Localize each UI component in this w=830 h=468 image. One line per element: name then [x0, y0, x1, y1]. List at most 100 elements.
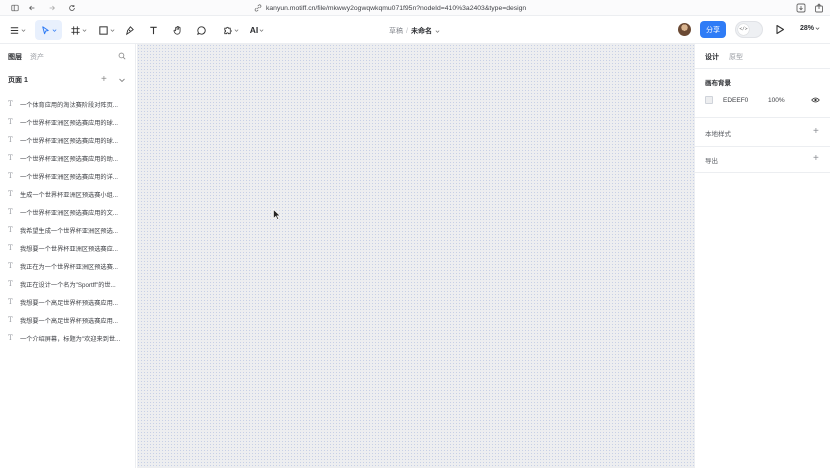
layer-item[interactable]: T 一个世界杯亚洲区预选赛应用的助... — [8, 149, 132, 167]
layer-name: 一个世界杯亚洲区预选赛应用的球... — [20, 119, 118, 127]
avatar[interactable] — [678, 23, 691, 36]
share-page-icon[interactable] — [814, 3, 824, 13]
background-hex-input[interactable]: EDEEF0 — [723, 97, 748, 104]
comment-icon — [196, 25, 206, 35]
local-styles-label: 本地样式 — [705, 131, 731, 138]
frame-tool-button[interactable] — [66, 20, 90, 40]
layer-name: 我正在为一个世界杯亚洲区预选赛... — [20, 263, 118, 271]
chevron-down-icon[interactable] — [435, 29, 440, 34]
dev-mode-toggle[interactable]: </> — [735, 21, 763, 38]
layer-name: 我想要一个高足世界杯预选赛应用... — [20, 299, 118, 307]
right-panel-tabs: 设计 原型 — [705, 52, 743, 62]
back-arrow-icon[interactable] — [27, 3, 37, 13]
link-icon — [254, 4, 262, 12]
add-page-button[interactable]: + — [101, 75, 107, 85]
canvas-background-row[interactable]: EDEEF0 100% — [705, 93, 823, 107]
zoom-dropdown[interactable]: 28% — [800, 25, 820, 32]
url-text: kanyun.motiff.cn/file/mkwwy2ogwqwkqmu071… — [266, 4, 527, 12]
layer-item[interactable]: T 我正在为一个世界杯亚洲区预选赛... — [8, 257, 132, 275]
file-name[interactable]: 未命名 — [411, 26, 432, 36]
text-layer-icon: T — [8, 172, 13, 180]
text-layer-icon: T — [8, 118, 13, 126]
search-icon[interactable] — [118, 52, 126, 60]
layer-item[interactable]: T 我正在设计一个名为"Sportff"的世... — [8, 275, 132, 293]
layer-item[interactable]: T 一个世界杯亚洲区预选赛应用的球... — [8, 113, 132, 131]
breadcrumb-drafts[interactable]: 草稿 — [389, 26, 403, 36]
layer-item[interactable]: T 我想要一个世界杯亚洲区预选赛应... — [8, 239, 132, 257]
text-layer-icon: T — [8, 280, 13, 288]
plugins-button[interactable] — [218, 20, 242, 40]
move-tool-button[interactable] — [35, 20, 62, 40]
sidebar-toggle-icon[interactable] — [10, 3, 20, 13]
chevron-down-icon — [259, 28, 264, 32]
layer-list: T 一个体育应用的淘汰赛阶段对阵页... T 一个世界杯亚洲区预选赛应用的球... T 一… — [8, 95, 132, 347]
shape-tool-button[interactable] — [94, 20, 118, 40]
layer-item[interactable]: T 我希望生成一个世界杯亚洲区预选... — [8, 221, 132, 239]
layer-item[interactable]: T 我想要一个高足世界杯预选赛应用... — [8, 311, 132, 329]
tab-design[interactable]: 设计 — [705, 52, 719, 62]
pen-icon — [125, 25, 134, 35]
layer-name: 生成一个世界杯亚洲区预选赛小组... — [20, 191, 118, 199]
layer-item[interactable]: T 一个体育应用的淘汰赛阶段对阵页... — [8, 95, 132, 113]
download-icon[interactable] — [796, 3, 806, 13]
add-local-style-button[interactable]: + — [813, 126, 819, 137]
divider — [695, 117, 830, 118]
ai-tool-button[interactable]: AI — [246, 20, 268, 40]
plugin-icon — [223, 26, 232, 34]
text-tool-button[interactable] — [145, 20, 161, 40]
layer-item[interactable]: T 一个介绍屏幕，标题为"欢迎来到世... — [8, 329, 132, 347]
divider — [695, 68, 830, 69]
chevron-down-icon[interactable] — [118, 76, 126, 84]
export-row[interactable]: 导出 + — [705, 153, 825, 165]
text-layer-icon: T — [8, 262, 13, 270]
browser-toolbar: kanyun.motiff.cn/file/mkwwy2ogwqwkqmu071… — [0, 0, 830, 16]
export-label: 导出 — [705, 158, 718, 165]
present-play-icon[interactable] — [775, 24, 785, 35]
local-styles-row[interactable]: 本地样式 + — [705, 126, 825, 138]
tab-layers[interactable]: 图层 — [8, 52, 22, 62]
chevron-down-icon — [815, 27, 820, 30]
breadcrumb-separator: / — [406, 27, 408, 35]
layer-item[interactable]: T 生成一个世界杯亚洲区预选赛小组... — [8, 185, 132, 203]
text-layer-icon: T — [8, 316, 13, 324]
frame-icon — [70, 25, 80, 35]
main-menu-button[interactable] — [6, 20, 28, 40]
zoom-value: 28% — [800, 25, 815, 32]
design-canvas[interactable] — [137, 44, 694, 468]
reload-icon[interactable] — [67, 3, 77, 13]
canvas-background-title: 画布背景 — [705, 80, 731, 87]
divider — [695, 146, 830, 147]
layer-name: 我希望生成一个世界杯亚洲区预选... — [20, 227, 118, 235]
background-color-swatch[interactable] — [705, 96, 713, 104]
pen-tool-button[interactable] — [121, 20, 137, 40]
text-layer-icon: T — [8, 226, 13, 234]
page-row[interactable]: 页面 1 + — [8, 75, 128, 85]
layer-name: 一个世界杯亚洲区预选赛应用的详... — [20, 173, 118, 181]
layer-name: 我正在设计一个名为"Sportff"的世... — [20, 281, 116, 289]
layer-name: 我想要一个世界杯亚洲区预选赛应... — [20, 245, 118, 253]
comment-tool-button[interactable] — [193, 20, 209, 40]
background-opacity-input[interactable]: 100% — [768, 97, 785, 104]
ai-label: AI — [249, 25, 259, 35]
eye-icon[interactable] — [811, 96, 820, 104]
hand-tool-button[interactable] — [169, 20, 185, 40]
forward-arrow-icon[interactable] — [47, 3, 57, 13]
tab-assets[interactable]: 资产 — [30, 52, 44, 62]
layer-item[interactable]: T 一个世界杯亚洲区预选赛应用的详... — [8, 167, 132, 185]
chevron-down-icon — [52, 28, 57, 32]
share-button[interactable]: 分享 — [700, 21, 726, 38]
layer-item[interactable]: T 我想要一个高足世界杯预选赛应用... — [8, 293, 132, 311]
hand-icon — [173, 25, 180, 35]
tab-prototype[interactable]: 原型 — [729, 52, 743, 62]
add-export-button[interactable]: + — [813, 153, 819, 164]
layer-name: 一个世界杯亚洲区预选赛应用的文... — [20, 209, 118, 217]
text-layer-icon: T — [8, 100, 13, 108]
layer-name: 一个世界杯亚洲区预选赛应用的球... — [20, 137, 118, 145]
layer-item[interactable]: T 一个世界杯亚洲区预选赛应用的文... — [8, 203, 132, 221]
text-layer-icon: T — [8, 334, 13, 342]
text-layer-icon: T — [8, 136, 13, 144]
chevron-down-icon — [234, 28, 238, 32]
layer-item[interactable]: T 一个世界杯亚洲区预选赛应用的球... — [8, 131, 132, 149]
chevron-down-icon — [21, 28, 25, 32]
address-bar[interactable]: kanyun.motiff.cn/file/mkwwy2ogwqwkqmu071… — [254, 3, 526, 13]
